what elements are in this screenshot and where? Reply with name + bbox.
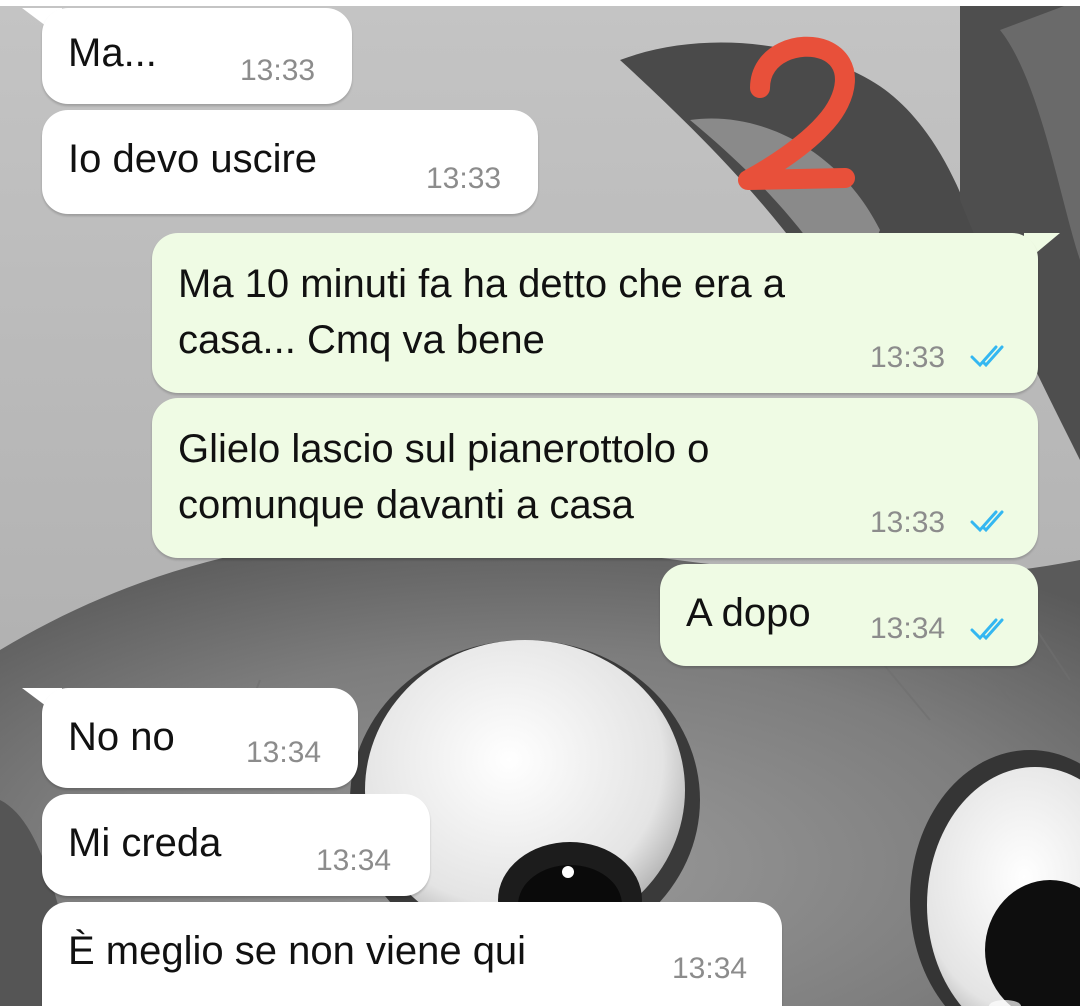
message-time: 13:33 [426,162,502,195]
double-check-icon [970,510,1004,533]
message-time: 13:34 [870,612,946,645]
message-text: Ma... [68,31,157,75]
message-text: No no [68,715,175,759]
message-text: Mi creda [68,821,222,865]
outgoing-message-bubble[interactable]: Glielo lascio sul pianerottolo o comunqu… [152,398,1038,558]
message-time: 13:34 [246,736,322,769]
outgoing-message-bubble[interactable]: A dopo 13:34 [660,564,1038,666]
message-text-line: Ma 10 minuti fa ha detto che era a [178,262,786,306]
incoming-message-bubble[interactable]: No no 13:34 [42,688,358,788]
message-text: A dopo [686,591,811,635]
incoming-message-bubble[interactable]: È meglio se non viene qui 13:34 [42,902,782,1006]
message-text-line: Glielo lascio sul pianerottolo o [178,427,710,471]
outgoing-message-bubble[interactable]: Ma 10 minuti fa ha detto che era a casa.… [152,233,1038,393]
incoming-message-bubble[interactable]: Ma... 13:33 [42,8,352,104]
message-time: 13:34 [672,952,748,985]
message-text: Io devo uscire [68,137,318,181]
message-text-line: casa... Cmq va bene [178,318,545,362]
message-time: 13:33 [240,54,316,87]
incoming-message-bubble[interactable]: Mi creda 13:34 [42,794,430,896]
double-check-icon [970,618,1004,641]
message-text-line: comunque davanti a casa [178,483,634,527]
handwritten-number-overlay [738,36,855,190]
message-time: 13:34 [316,844,392,877]
message-time: 13:33 [870,341,946,374]
message-text: È meglio se non viene qui [68,929,527,973]
incoming-message-bubble[interactable]: Io devo uscire 13:33 [42,110,538,214]
message-time: 13:33 [870,506,946,539]
double-check-icon [970,345,1004,368]
